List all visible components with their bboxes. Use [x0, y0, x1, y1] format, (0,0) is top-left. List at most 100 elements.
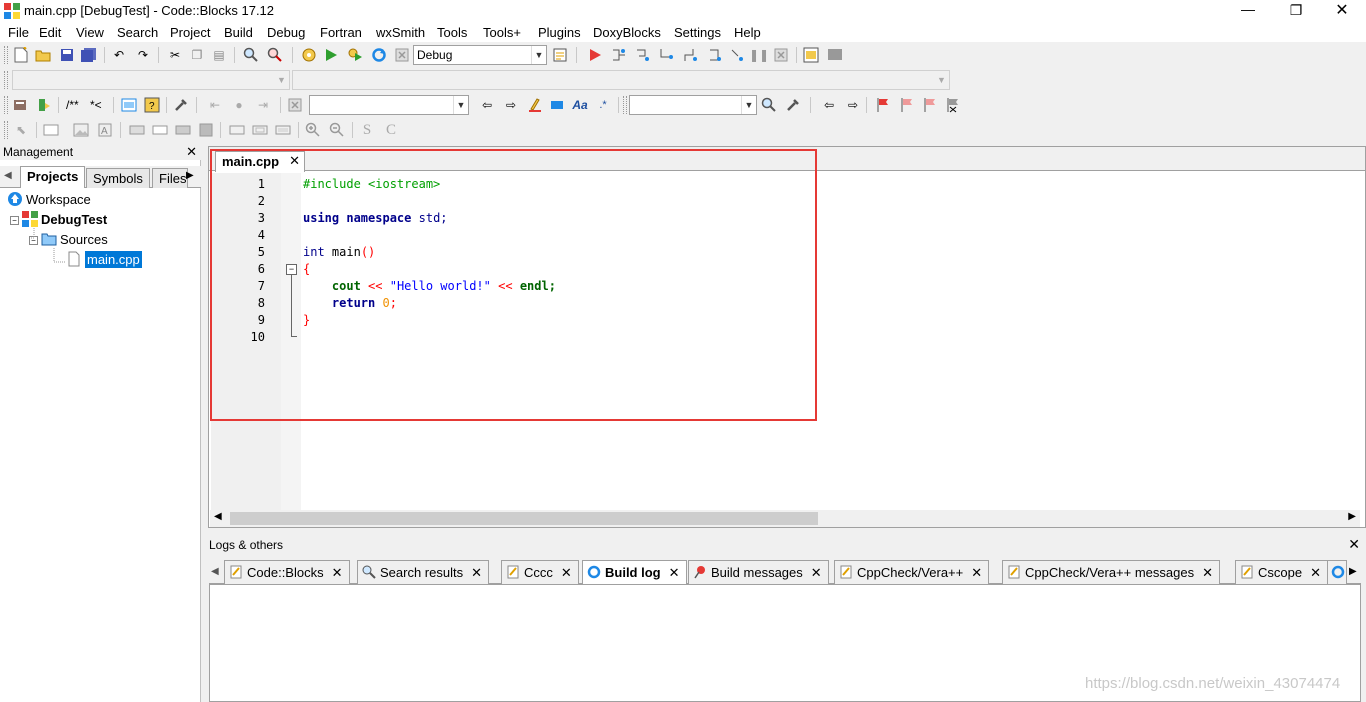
tree-workspace[interactable]: Workspace — [7, 191, 91, 209]
regex-icon[interactable]: .* — [594, 96, 612, 114]
menu-project[interactable]: Project — [170, 25, 210, 40]
cut-icon[interactable]: ✂ — [166, 46, 184, 64]
copy-icon[interactable]: ❐ — [188, 46, 206, 64]
tab-scroll-left-icon[interactable]: ◀ — [4, 170, 12, 181]
toolbar-grip[interactable] — [4, 46, 8, 64]
redo-icon[interactable]: ↷ — [134, 46, 152, 64]
tab-build-log[interactable]: Build log ✕ — [582, 560, 687, 584]
jump-forward-icon[interactable]: ⇨ — [844, 96, 862, 114]
flag-next-icon[interactable] — [921, 96, 939, 114]
close-icon[interactable]: ✕ — [1202, 565, 1213, 580]
sizer-c-icon[interactable]: C — [382, 121, 400, 139]
selected-text-only-icon[interactable] — [548, 96, 566, 114]
zoom-out-icon[interactable] — [328, 121, 346, 139]
close-icon[interactable]: ✕ — [811, 565, 822, 580]
tab-projects[interactable]: Projects — [20, 166, 86, 188]
close-window-button[interactable]: ✕ — [1330, 0, 1354, 22]
html-docs-icon[interactable] — [120, 96, 138, 114]
jump-back-icon[interactable]: ⇦ — [820, 96, 838, 114]
grid-widget-icon[interactable] — [197, 121, 215, 139]
close-icon[interactable]: ✕ — [669, 565, 680, 580]
tree-project[interactable]: − DebugTest — [10, 211, 107, 229]
various-info-icon[interactable] — [826, 46, 844, 64]
search-next-icon[interactable]: ⇨ — [502, 96, 520, 114]
debugging-windows-icon[interactable] — [802, 46, 820, 64]
close-icon[interactable]: ✕ — [1310, 565, 1321, 580]
close-icon[interactable]: ✕ — [1348, 536, 1360, 553]
close-icon[interactable]: ✕ — [471, 565, 482, 580]
build-target-select[interactable]: Debug ▼ — [413, 45, 547, 65]
search-text-input[interactable]: ▼ — [629, 95, 757, 115]
toggle-flag-icon[interactable] — [874, 96, 892, 114]
collapse-toggle-icon[interactable]: − — [10, 216, 19, 225]
button-widget-icon[interactable] — [128, 121, 146, 139]
stop-debug-icon[interactable] — [772, 46, 790, 64]
menu-edit[interactable]: Edit — [39, 25, 61, 40]
close-icon[interactable]: ✕ — [561, 565, 572, 580]
menu-plugins[interactable]: Plugins — [538, 25, 581, 40]
highlight-icon[interactable] — [526, 96, 544, 114]
tree-file-main[interactable]: main.cpp — [66, 251, 142, 269]
menu-help[interactable]: Help — [734, 25, 761, 40]
menu-search[interactable]: Search — [117, 25, 158, 40]
menu-debug[interactable]: Debug — [267, 25, 305, 40]
search-options-icon[interactable] — [784, 96, 802, 114]
match-case-icon[interactable]: Aa — [571, 96, 589, 114]
line-comment-button[interactable]: *< — [90, 98, 102, 112]
replace-icon[interactable] — [266, 46, 284, 64]
toolbar-grip[interactable] — [4, 121, 8, 139]
bookmark-prev-icon[interactable]: ⇤ — [206, 96, 224, 114]
menu-wxsmith[interactable]: wxSmith — [376, 25, 425, 40]
search-previous-icon[interactable]: ⇦ — [478, 96, 496, 114]
next-line-icon[interactable] — [634, 46, 652, 64]
tab-scroll-left-icon[interactable]: ◀ — [211, 566, 219, 577]
select-target-dialog-icon[interactable] — [552, 46, 570, 64]
menu-file[interactable]: File — [8, 25, 29, 40]
rebuild-icon[interactable] — [370, 46, 388, 64]
step-out-icon[interactable] — [682, 46, 700, 64]
tab-codeblocks-log[interactable]: Code::Blocks ✕ — [224, 560, 350, 584]
scroll-right-icon[interactable]: ▶ — [1348, 511, 1356, 522]
frame-icon[interactable] — [42, 121, 60, 139]
open-folder-icon[interactable] — [34, 46, 52, 64]
box-sizer-icon[interactable] — [251, 121, 269, 139]
search-icon[interactable] — [760, 96, 778, 114]
scroll-left-icon[interactable]: ◀ — [214, 511, 222, 522]
run-icon[interactable] — [322, 46, 340, 64]
menu-tools-plus[interactable]: Tools+ — [483, 25, 521, 40]
doxy-wizard-icon[interactable] — [11, 96, 29, 114]
panel-widget-icon[interactable] — [174, 121, 192, 139]
build-and-run-icon[interactable] — [346, 46, 364, 64]
toolbar-grip[interactable] — [4, 71, 8, 89]
function-select[interactable]: ▼ — [292, 70, 950, 90]
tab-scroll-right-icon[interactable]: ▶ — [186, 170, 194, 181]
menu-tools[interactable]: Tools — [437, 25, 467, 40]
close-icon[interactable]: ✕ — [186, 144, 197, 160]
doxy-settings-icon[interactable] — [172, 96, 190, 114]
tab-cscope[interactable]: Cscope ✕ — [1235, 560, 1328, 584]
collapse-toggle-icon[interactable]: − — [29, 236, 38, 245]
pause-icon[interactable]: ❚❚ — [749, 46, 769, 64]
block-comment-button[interactable]: /** — [66, 98, 79, 112]
tab-symbols[interactable]: Symbols — [86, 168, 150, 188]
grid-sizer-icon[interactable] — [274, 121, 292, 139]
clear-flags-icon[interactable] — [944, 96, 962, 114]
abort-icon[interactable] — [393, 46, 411, 64]
sizer-icon[interactable] — [228, 121, 246, 139]
static-text-icon[interactable]: A — [96, 121, 114, 139]
next-instruction-icon[interactable] — [706, 46, 724, 64]
run-to-cursor-icon[interactable] — [610, 46, 628, 64]
new-file-icon[interactable] — [12, 46, 30, 64]
clear-search-icon[interactable] — [286, 96, 304, 114]
toolbar-grip[interactable] — [623, 96, 627, 114]
tab-cccc[interactable]: Cccc ✕ — [501, 560, 579, 584]
paste-icon[interactable]: ▤ — [210, 46, 228, 64]
tree-folder-sources[interactable]: − Sources — [29, 231, 108, 249]
find-icon[interactable] — [242, 46, 260, 64]
undo-icon[interactable]: ↶ — [110, 46, 128, 64]
bookmark-toggle-icon[interactable]: ● — [230, 96, 248, 114]
menu-view[interactable]: View — [76, 25, 104, 40]
tab-cppcheck-vera-messages[interactable]: CppCheck/Vera++ messages ✕ — [1002, 560, 1221, 584]
step-into-instruction-icon[interactable] — [728, 46, 746, 64]
debug-start-icon[interactable] — [586, 46, 604, 64]
